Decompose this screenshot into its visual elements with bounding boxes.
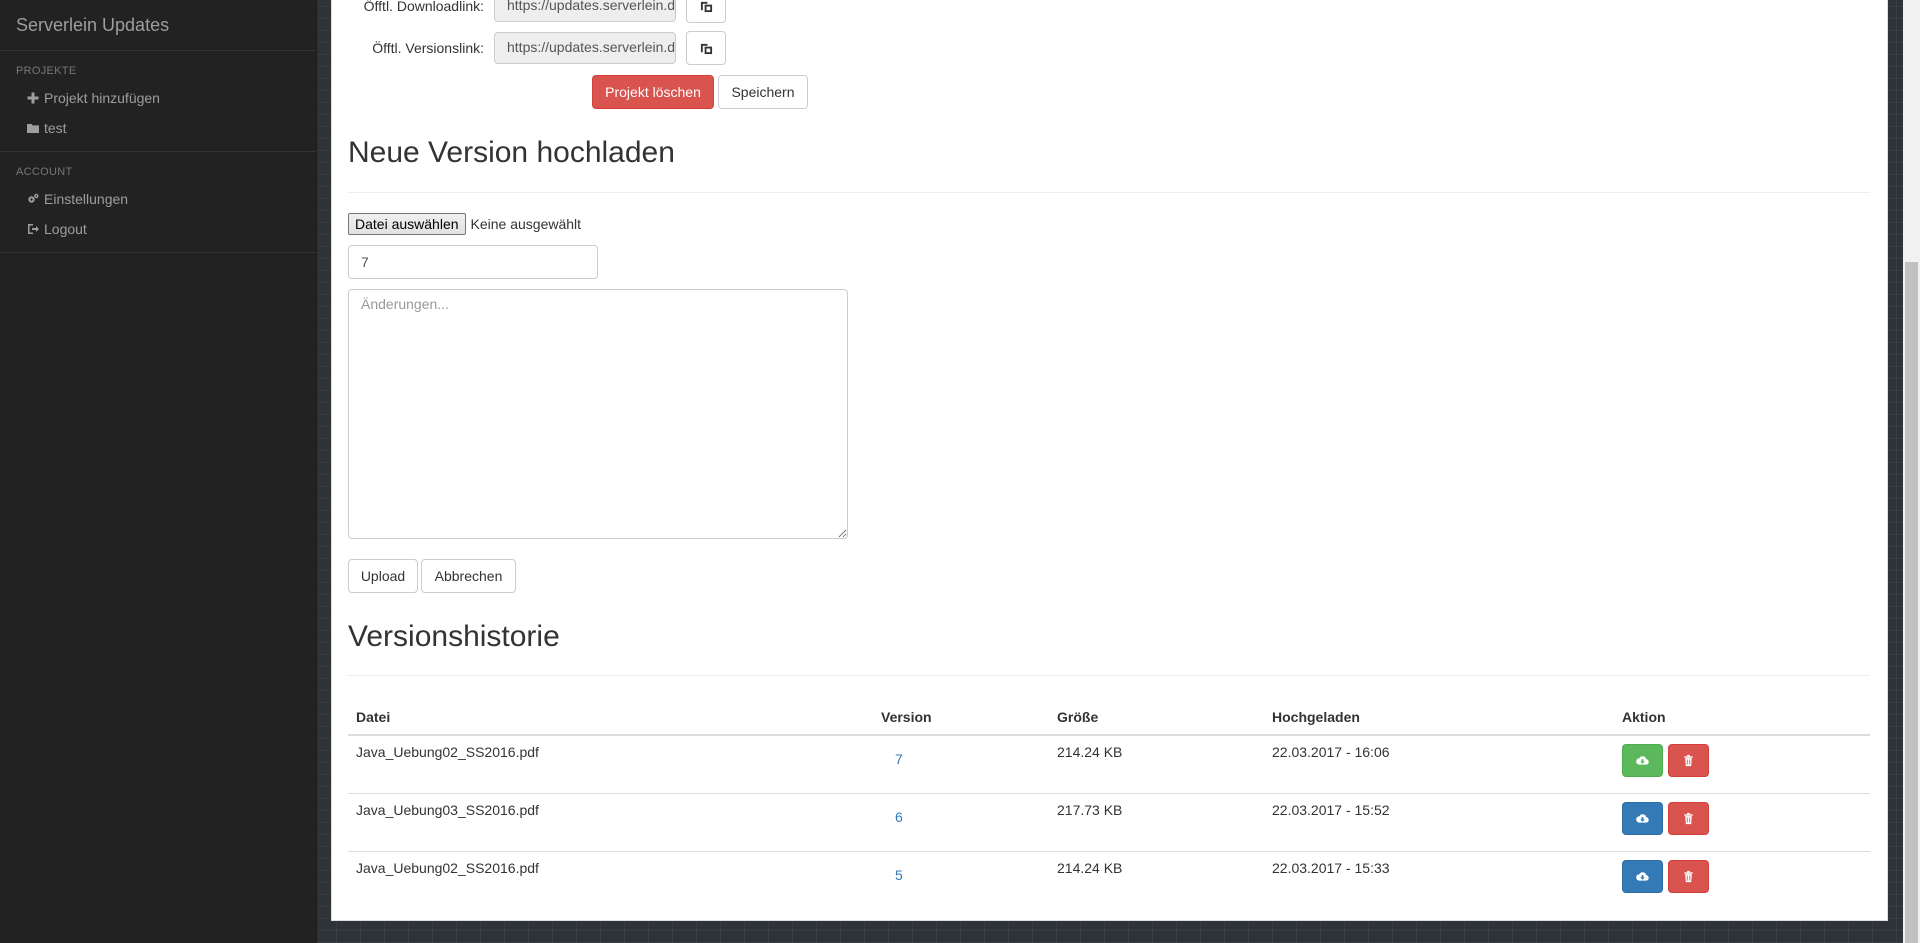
delete-version-button[interactable] xyxy=(1668,860,1709,893)
folder-icon xyxy=(26,121,40,135)
copy-icon xyxy=(700,43,712,54)
changes-textarea[interactable] xyxy=(348,289,848,539)
download-link-label: Öfftl. Downloadlink: xyxy=(363,0,484,14)
copy-download-link-button[interactable] xyxy=(686,0,726,23)
version-link[interactable]: 5 xyxy=(873,851,1049,909)
copy-icon xyxy=(700,1,712,12)
column-header-file: Datei xyxy=(348,699,873,736)
save-project-button[interactable]: Speichern xyxy=(718,75,808,109)
main-panel: Öfftl. Downloadlink: https://updates.ser… xyxy=(332,0,1887,920)
version-link[interactable]: 6 xyxy=(873,793,1049,852)
table-header-row: Datei Version Größe Hochgeladen Aktion xyxy=(348,699,1870,736)
delete-version-button[interactable] xyxy=(1668,744,1709,777)
size-cell: 217.73 KB xyxy=(1049,793,1264,852)
download-version-button[interactable] xyxy=(1622,744,1663,777)
download-link-field[interactable]: https://updates.serverlein.de/download xyxy=(494,0,676,22)
sidebar-item-label: Logout xyxy=(44,221,87,237)
trash-icon xyxy=(1684,754,1693,767)
file-picker: Datei auswählen Keine ausgewählt xyxy=(348,213,581,235)
delete-version-button[interactable] xyxy=(1668,802,1709,835)
table-row: Java_Uebung03_SS2016.pdf 6 217.73 KB 22.… xyxy=(348,793,1870,852)
table-row: Java_Uebung02_SS2016.pdf 7 214.24 KB 22.… xyxy=(348,734,1870,794)
cloud-download-icon xyxy=(1636,872,1649,881)
plus-icon xyxy=(26,91,40,105)
size-cell: 214.24 KB xyxy=(1049,734,1264,794)
version-link-row: Öfftl. Versionslink: https://updates.ser… xyxy=(348,31,726,65)
copy-version-link-button[interactable] xyxy=(686,31,726,65)
action-cell xyxy=(1614,734,1870,794)
cancel-upload-button[interactable]: Abbrechen xyxy=(421,559,516,593)
download-version-button[interactable] xyxy=(1622,860,1663,893)
column-header-version: Version xyxy=(873,699,1049,736)
choose-file-button[interactable]: Datei auswählen xyxy=(348,213,466,235)
version-link-label: Öfftl. Versionslink: xyxy=(372,40,484,56)
logout-icon xyxy=(26,222,40,236)
sidebar: Serverlein Updates PROJEKTE Projekt hinz… xyxy=(0,0,317,943)
column-header-uploaded: Hochgeladen xyxy=(1264,699,1614,736)
nav-section-projects: PROJEKTE Projekt hinzufügen test xyxy=(0,51,316,152)
upload-button[interactable]: Upload xyxy=(348,559,418,593)
nav-header-projects: PROJEKTE xyxy=(16,65,77,77)
scrollbar-thumb[interactable] xyxy=(1905,262,1918,943)
upload-heading: Neue Version hochladen xyxy=(348,136,675,169)
project-actions: Projekt löschen Speichern xyxy=(592,75,808,109)
nav-section-account: ACCOUNT Einstellungen Logout xyxy=(0,152,316,253)
sidebar-item-label: Einstellungen xyxy=(44,191,129,207)
table-row: Java_Uebung02_SS2016.pdf 5 214.24 KB 22.… xyxy=(348,851,1870,909)
version-history-table: Datei Version Größe Hochgeladen Aktion J… xyxy=(348,699,1870,909)
divider xyxy=(348,192,1870,193)
file-name-cell: Java_Uebung02_SS2016.pdf xyxy=(348,851,873,909)
uploaded-cell: 22.03.2017 - 15:33 xyxy=(1264,851,1614,909)
upload-actions: Upload Abbrechen xyxy=(348,559,516,593)
history-heading: Versionshistorie xyxy=(348,620,560,653)
download-version-button[interactable] xyxy=(1622,802,1663,835)
download-link-row: Öfftl. Downloadlink: https://updates.ser… xyxy=(348,0,726,23)
sidebar-item-logout[interactable]: Logout xyxy=(0,214,316,244)
brand-link[interactable]: Serverlein Updates xyxy=(0,0,316,51)
trash-icon xyxy=(1684,812,1693,825)
version-input[interactable] xyxy=(348,245,598,279)
uploaded-cell: 22.03.2017 - 16:06 xyxy=(1264,734,1614,794)
page-scrollbar[interactable] xyxy=(1903,0,1920,943)
column-header-action: Aktion xyxy=(1614,699,1870,736)
file-status: Keine ausgewählt xyxy=(470,216,582,232)
action-cell xyxy=(1614,793,1870,852)
cloud-download-icon xyxy=(1636,814,1649,823)
delete-project-button[interactable]: Projekt löschen xyxy=(592,75,714,109)
uploaded-cell: 22.03.2017 - 15:52 xyxy=(1264,793,1614,852)
size-cell: 214.24 KB xyxy=(1049,851,1264,909)
action-cell xyxy=(1614,851,1870,909)
sidebar-item-label: test xyxy=(44,120,67,136)
cloud-download-icon xyxy=(1636,756,1649,765)
sidebar-item-settings[interactable]: Einstellungen xyxy=(0,184,316,214)
file-name-cell: Java_Uebung02_SS2016.pdf xyxy=(348,734,873,794)
gears-icon xyxy=(26,192,40,206)
file-name-cell: Java_Uebung03_SS2016.pdf xyxy=(348,793,873,852)
column-header-size: Größe xyxy=(1049,699,1264,736)
sidebar-item-add-project[interactable]: Projekt hinzufügen xyxy=(0,83,316,113)
version-link-field[interactable]: https://updates.serverlein.de/download xyxy=(494,32,676,64)
divider xyxy=(348,675,1870,676)
nav-header-account: ACCOUNT xyxy=(16,166,73,178)
sidebar-item-label: Projekt hinzufügen xyxy=(44,90,160,106)
trash-icon xyxy=(1684,870,1693,883)
sidebar-item-test[interactable]: test xyxy=(0,113,316,143)
version-link[interactable]: 7 xyxy=(873,734,1049,794)
